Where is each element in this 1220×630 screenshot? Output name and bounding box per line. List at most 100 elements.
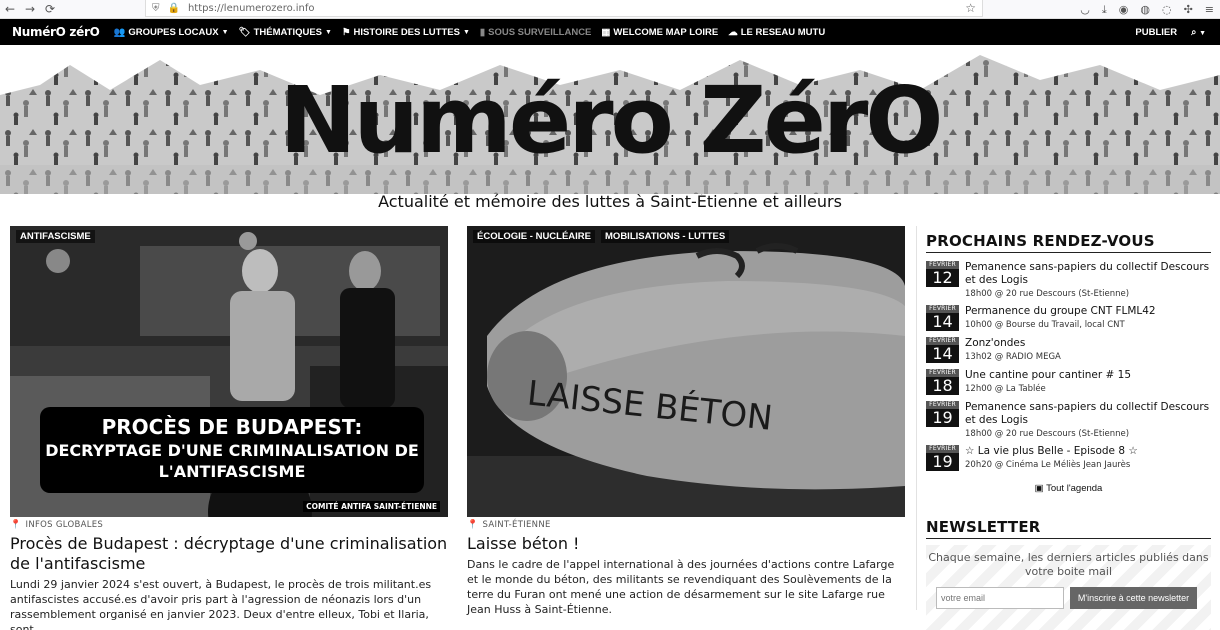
- site-tagline: Actualité et mémoire des luttes à Saint-…: [378, 192, 842, 211]
- cement-mixer-photo: LAISSE BÉTON: [467, 226, 905, 517]
- event-day: 12: [926, 269, 959, 287]
- overlay-line-2: DECRYPTAGE D'UNE CRIMINALISATION DE: [45, 441, 419, 460]
- overlay-line-1: PROCÈS DE BUDAPEST:: [101, 415, 363, 439]
- event-item[interactable]: FÉVRIER 14 Zonz'ondes 13h02 @ RADIO MEGA: [926, 337, 1216, 363]
- article-card[interactable]: LAISSE BÉTON ÉCOLOGIE - NUCLÉAIRE MOBILIS…: [467, 226, 906, 617]
- extensions-icon[interactable]: ✣: [1184, 3, 1193, 16]
- newsletter-box: Chaque semaine, les derniers articles pu…: [926, 545, 1211, 630]
- subscribe-button[interactable]: M'inscrire à cette newsletter: [1070, 587, 1197, 609]
- newsletter-text: Chaque semaine, les derniers articles pu…: [928, 551, 1209, 578]
- event-item[interactable]: FÉVRIER 19 ☆ La vie plus Belle - Episode 8…: [926, 445, 1216, 471]
- event-day: 19: [926, 409, 959, 427]
- event-meta: 13h02 @ RADIO MEGA: [965, 352, 1061, 362]
- bookmark-star-icon[interactable]: ☆: [965, 1, 976, 15]
- nav-item-0[interactable]: 👥 GROUPES LOCAUX ▼: [113, 27, 228, 38]
- nav-item-icon: ▮: [479, 26, 486, 38]
- nav-right: PUBLIER ⌕ ▼: [1135, 27, 1206, 38]
- chevron-down-icon: ▼: [325, 28, 332, 36]
- nav-item-5[interactable]: ☁ LE RESEAU MUTU: [728, 27, 825, 38]
- event-info: Une cantine pour cantiner # 15 12h00 @ La…: [965, 369, 1131, 395]
- download-icon[interactable]: ⤓: [1102, 3, 1107, 17]
- overlay-line-3: L'ANTIFASCISME: [158, 462, 306, 481]
- event-item[interactable]: FÉVRIER 14 Permanence du groupe CNT FLML42…: [926, 305, 1216, 331]
- calendar-icon: ▣: [1034, 483, 1044, 494]
- event-date: FÉVRIER 14: [926, 337, 959, 363]
- main-content: ANTIFASCISME PROCÈS DE BUDAPEST: DECRYPT…: [0, 226, 1220, 630]
- email-field[interactable]: [936, 587, 1064, 609]
- site-banner: Numéro ZérO: [0, 45, 1220, 194]
- event-title[interactable]: ☆ La vie plus Belle - Episode 8 ☆: [965, 445, 1138, 458]
- event-title[interactable]: Zonz'ondes: [965, 337, 1061, 350]
- pocket-icon[interactable]: ◡: [1080, 3, 1090, 16]
- address-bar[interactable]: ⛨ 🔒 https://lenumerozero.info ☆: [145, 0, 983, 17]
- menu-icon[interactable]: ≡: [1205, 3, 1214, 16]
- event-info: Zonz'ondes 13h02 @ RADIO MEGA: [965, 337, 1061, 363]
- event-meta: 18h00 @ 20 rue Descours (St-Etienne): [965, 429, 1130, 439]
- newsletter-form: M'inscrire à cette newsletter: [926, 587, 1211, 609]
- reload-icon[interactable]: ⟳: [40, 0, 60, 19]
- banner-title[interactable]: Numéro ZérO: [0, 71, 1220, 171]
- category-tag[interactable]: MOBILISATIONS - LUTTES: [601, 230, 730, 243]
- shield-icon: ⛨: [152, 2, 160, 14]
- event-list: FÉVRIER 12 Pemanence sans-papiers du colle…: [926, 261, 1220, 471]
- back-icon[interactable]: ←: [0, 0, 20, 19]
- event-day: 14: [926, 345, 959, 363]
- site-logo[interactable]: NumérO zérO: [12, 25, 100, 39]
- article-card[interactable]: ANTIFASCISME PROCÈS DE BUDAPEST: DECRYPT…: [10, 226, 449, 630]
- photo-credit: COMITÉ ANTIFA SAINT-ÉTIENNE: [303, 501, 440, 512]
- nav-item-icon: 🏷: [238, 26, 251, 38]
- article-location[interactable]: 📍 SAINT-ÉTIENNE: [467, 520, 906, 530]
- event-item[interactable]: FÉVRIER 12 Pemanence sans-papiers du colle…: [926, 261, 1216, 299]
- search-icon[interactable]: ⌕ ▼: [1191, 27, 1206, 38]
- nav-item-label: THÉMATIQUES: [253, 26, 323, 38]
- category-tag[interactable]: ANTIFASCISME: [16, 230, 95, 243]
- newsletter-heading: NEWSLETTER: [926, 518, 1211, 539]
- article-excerpt: Lundi 29 janvier 2024 s'est ouvert, à Bu…: [10, 578, 432, 630]
- event-item[interactable]: FÉVRIER 19 Pemanence sans-papiers du colle…: [926, 401, 1216, 439]
- event-day: 14: [926, 313, 959, 331]
- article-overlay-caption: PROCÈS DE BUDAPEST: DECRYPTAGE D'UNE CRI…: [40, 407, 424, 493]
- nav-item-1[interactable]: 🏷 THÉMATIQUES ▼: [239, 27, 332, 38]
- article-photo[interactable]: LAISSE BÉTON ÉCOLOGIE - NUCLÉAIRE MOBILIS…: [467, 226, 905, 517]
- article-photo[interactable]: ANTIFASCISME PROCÈS DE BUDAPEST: DECRYPT…: [10, 226, 448, 517]
- event-date: FÉVRIER 12: [926, 261, 959, 299]
- event-item[interactable]: FÉVRIER 18 Une cantine pour cantiner # 15 1…: [926, 369, 1216, 395]
- article-title[interactable]: Procès de Budapest : décryptage d'une cr…: [10, 534, 449, 574]
- browser-toolbar: ← → ⟳ ⛨ 🔒 https://lenumerozero.info ☆ ◡ …: [0, 0, 1220, 19]
- event-title[interactable]: Pemanence sans-papiers du collectif Desc…: [965, 401, 1216, 427]
- extension-icon-2[interactable]: ◌: [1162, 3, 1172, 16]
- nav-item-label: GROUPES LOCAUX: [128, 26, 219, 38]
- event-title[interactable]: Une cantine pour cantiner # 15: [965, 369, 1131, 382]
- nav-item-label: WELCOME MAP LOIRE: [613, 26, 719, 38]
- sidebar: PROCHAINS RENDEZ-VOUS FÉVRIER 12 Pemanence…: [916, 226, 1220, 630]
- map-pin-icon: 📍: [467, 520, 479, 530]
- full-agenda-label: Tout l'agenda: [1046, 483, 1103, 494]
- event-date: FÉVRIER 19: [926, 401, 959, 439]
- category-tag[interactable]: ÉCOLOGIE - NUCLÉAIRE: [473, 230, 596, 243]
- nav-item-2[interactable]: ⚑ HISTOIRE DES LUTTES ▼: [342, 27, 470, 38]
- event-info: Permanence du groupe CNT FLML42 10h00 @ B…: [965, 305, 1156, 331]
- nav-item-label: SOUS SURVEILLANCE: [488, 26, 592, 38]
- account-icon[interactable]: ◉: [1119, 3, 1129, 16]
- agenda-heading: PROCHAINS RENDEZ-VOUS: [926, 232, 1211, 253]
- nav-item-icon: ☁: [728, 26, 738, 38]
- location-label: SAINT-ÉTIENNE: [482, 520, 551, 530]
- event-date: FÉVRIER 18: [926, 369, 959, 395]
- event-day: 19: [926, 453, 959, 471]
- nav-item-3[interactable]: ▮ SOUS SURVEILLANCE: [480, 27, 592, 38]
- forward-icon[interactable]: →: [20, 0, 40, 19]
- event-info: Pemanence sans-papiers du collectif Desc…: [965, 261, 1216, 299]
- event-date: FÉVRIER 19: [926, 445, 959, 471]
- event-meta: 12h00 @ La Tablée: [965, 384, 1046, 394]
- event-meta: 20h20 @ Cinéma Le Méliès Jean Jaurès: [965, 460, 1131, 470]
- extension-icon[interactable]: ◍: [1140, 3, 1150, 16]
- publish-link[interactable]: PUBLIER: [1135, 27, 1177, 38]
- event-title[interactable]: Permanence du groupe CNT FLML42: [965, 305, 1156, 318]
- full-agenda-link[interactable]: ▣ Tout l'agenda: [926, 483, 1211, 494]
- article-location[interactable]: 📍 INFOS GLOBALES: [10, 520, 449, 530]
- event-info: Pemanence sans-papiers du collectif Desc…: [965, 401, 1216, 439]
- event-title[interactable]: Pemanence sans-papiers du collectif Desc…: [965, 261, 1216, 287]
- location-label: INFOS GLOBALES: [25, 520, 104, 530]
- nav-item-4[interactable]: ▦ WELCOME MAP LOIRE: [601, 27, 718, 38]
- article-title[interactable]: Laisse béton !: [467, 534, 906, 554]
